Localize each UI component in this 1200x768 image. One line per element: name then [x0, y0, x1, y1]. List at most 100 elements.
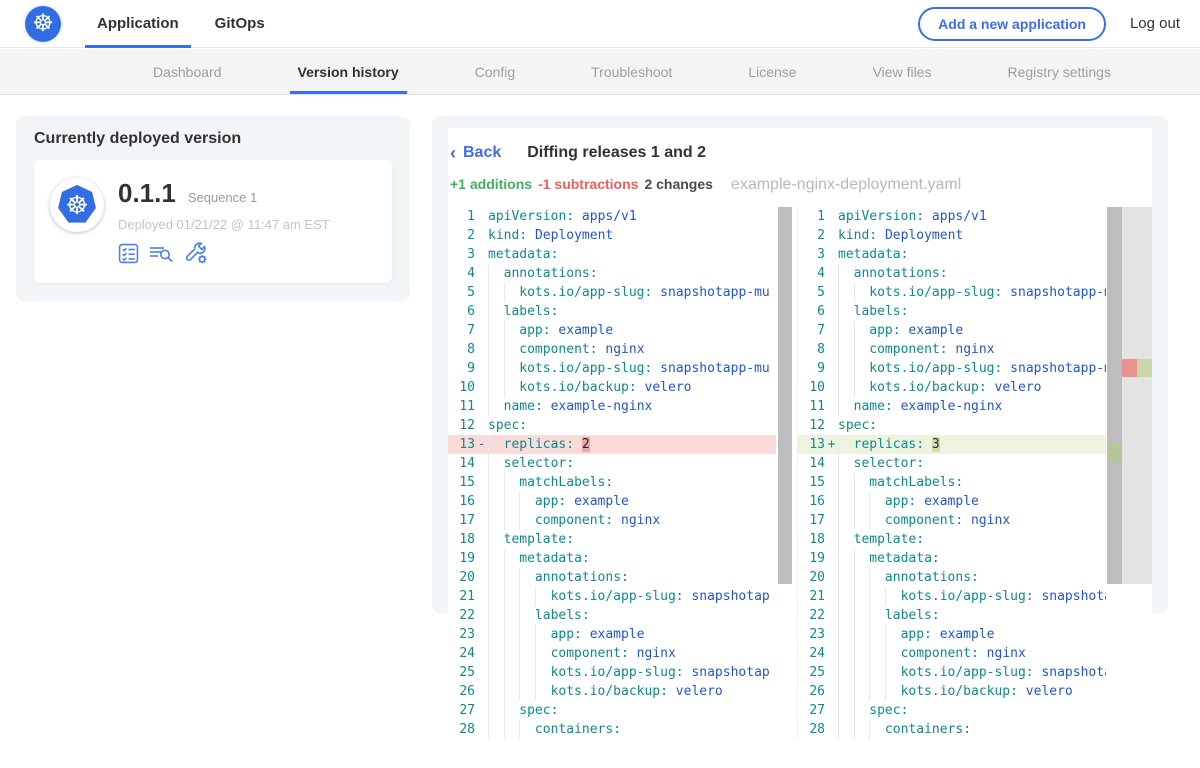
line-text: component: nginx — [488, 511, 776, 530]
line-text: kots.io/app-slug: snapshotap — [838, 587, 1106, 606]
code-line-26: 26kots.io/backup: velero — [798, 682, 1106, 701]
deployed-info: 0.1.1 Sequence 1 Deployed 01/21/22 @ 11:… — [118, 178, 330, 265]
code-line-26: 26kots.io/backup: velero — [448, 682, 776, 701]
subnav-tab-config[interactable]: Config — [467, 49, 523, 94]
subnav-tab-registry-settings[interactable]: Registry settings — [999, 49, 1118, 94]
code-line-24: 24component: nginx — [448, 644, 776, 663]
line-gutter: 9 — [448, 359, 488, 378]
code-line-10: 10kots.io/backup: velero — [798, 378, 1106, 397]
kubernetes-app-icon: ☸ — [56, 184, 98, 226]
code-line-19: 19metadata: — [448, 549, 776, 568]
back-link[interactable]: ‹ Back — [450, 144, 501, 162]
topnav-tab-gitops[interactable]: GitOps — [203, 0, 277, 48]
line-text: replicas: 2 — [488, 435, 776, 454]
subnav-tab-troubleshoot[interactable]: Troubleshoot — [583, 49, 680, 94]
line-text: selector: — [488, 454, 776, 473]
config-tools-icon[interactable] — [185, 242, 208, 265]
line-text: metadata: — [838, 245, 1106, 264]
code-line-13-removed: 13-replicas: 2 — [448, 435, 776, 454]
line-text: name: example-nginx — [838, 397, 1106, 416]
version-number: 0.1.1 — [118, 178, 176, 209]
line-gutter: 7 — [448, 321, 488, 340]
code-line-12: 12spec: — [448, 416, 776, 435]
code-line-13-added: 13+replicas: 3 — [798, 435, 1106, 454]
line-gutter: 28 — [448, 720, 488, 739]
line-text: kots.io/app-slug: snapshotapp-mu — [488, 283, 776, 302]
diff-filename: example-nginx-deployment.yaml — [731, 176, 961, 194]
add-application-button[interactable]: Add a new application — [918, 7, 1106, 41]
line-text: kind: Deployment — [488, 226, 776, 245]
line-text: template: — [838, 530, 1106, 549]
line-text: spec: — [838, 701, 1106, 720]
code-line-3: 3metadata: — [798, 245, 1106, 264]
diff-card: ‹ Back Diffing releases 1 and 2 +1 addit… — [448, 128, 1152, 743]
line-text: app: example — [838, 321, 1106, 340]
line-gutter: 18 — [448, 530, 488, 549]
code-line-12: 12spec: — [798, 416, 1106, 435]
code-line-2: 2kind: Deployment — [798, 226, 1106, 245]
subnav-tab-dashboard[interactable]: Dashboard — [145, 49, 230, 94]
code-line-23: 23app: example — [448, 625, 776, 644]
line-gutter: 5 — [798, 283, 838, 302]
scrollbar-thumb[interactable] — [778, 207, 792, 584]
line-text: annotations: — [488, 264, 776, 283]
deploy-logs-search-icon[interactable] — [149, 243, 175, 264]
line-text: spec: — [838, 416, 1106, 435]
back-label: Back — [463, 144, 501, 162]
code-line-18: 18template: — [798, 530, 1106, 549]
line-gutter: 28 — [798, 720, 838, 739]
line-text: metadata: — [838, 549, 1106, 568]
line-text: apiVersion: apps/v1 — [488, 207, 776, 226]
line-text: metadata: — [488, 549, 776, 568]
line-gutter: 16 — [448, 492, 488, 511]
diff-header: ‹ Back Diffing releases 1 and 2 — [448, 128, 1152, 162]
line-gutter: 6 — [798, 302, 838, 321]
code-line-20: 20annotations: — [798, 568, 1106, 587]
line-text: app: example — [488, 492, 776, 511]
code-line-25: 25kots.io/app-slug: snapshotap — [448, 663, 776, 682]
preflight-checklist-icon[interactable] — [118, 243, 139, 264]
line-gutter: 16 — [798, 492, 838, 511]
deployed-version-card: Currently deployed version ☸ 0.1.1 Seque… — [16, 116, 410, 301]
code-line-20: 20annotations: — [448, 568, 776, 587]
line-gutter: 17 — [798, 511, 838, 530]
subnav-tab-version-history[interactable]: Version history — [290, 49, 407, 94]
kubernetes-logo-icon: ☸ — [25, 6, 61, 42]
line-gutter: 13+ — [798, 435, 838, 454]
line-text: template: — [488, 530, 776, 549]
line-gutter: 15 — [798, 473, 838, 492]
code-line-16: 16app: example — [798, 492, 1106, 511]
diff-panes: 1apiVersion: apps/v12kind: Deployment3me… — [448, 207, 1152, 739]
line-text: kots.io/app-slug: snapshotapp-mu — [488, 359, 776, 378]
page: ☸ ApplicationGitOps Add a new applicatio… — [0, 0, 1200, 768]
diff-pane-old[interactable]: 1apiVersion: apps/v12kind: Deployment3me… — [448, 207, 794, 739]
line-text: app: example — [838, 492, 1106, 511]
line-gutter: 20 — [448, 568, 488, 587]
line-gutter: 26 — [448, 682, 488, 701]
line-text: matchLabels: — [488, 473, 776, 492]
code-line-27: 27spec: — [798, 701, 1106, 720]
diff-stats: +1 additions -1 subtractions 2 changes e… — [448, 162, 1152, 194]
line-text: app: example — [838, 625, 1106, 644]
line-text: kots.io/backup: velero — [838, 378, 1106, 397]
subnav-tab-license[interactable]: License — [740, 49, 804, 94]
line-gutter: 24 — [448, 644, 488, 663]
diff-pane-new[interactable]: 1apiVersion: apps/v12kind: Deployment3me… — [797, 207, 1152, 739]
line-text: labels: — [488, 606, 776, 625]
code-line-27: 27spec: — [448, 701, 776, 720]
line-gutter: 19 — [798, 549, 838, 568]
line-gutter: 22 — [448, 606, 488, 625]
line-gutter: 25 — [448, 663, 488, 682]
line-text: replicas: 3 — [838, 435, 1106, 454]
code-area-old: 1apiVersion: apps/v12kind: Deployment3me… — [448, 207, 776, 739]
logout-link[interactable]: Log out — [1130, 15, 1180, 32]
line-gutter: 11 — [798, 397, 838, 416]
line-text: app: example — [488, 625, 776, 644]
deployed-card-inner: ☸ 0.1.1 Sequence 1 Deployed 01/21/22 @ 1… — [34, 160, 392, 283]
topnav-tab-application[interactable]: Application — [85, 0, 191, 48]
line-gutter: 25 — [798, 663, 838, 682]
scrollbar-thumb[interactable] — [1107, 207, 1122, 584]
code-line-17: 17component: nginx — [448, 511, 776, 530]
subnav-tab-view-files[interactable]: View files — [865, 49, 940, 94]
code-line-17: 17component: nginx — [798, 511, 1106, 530]
